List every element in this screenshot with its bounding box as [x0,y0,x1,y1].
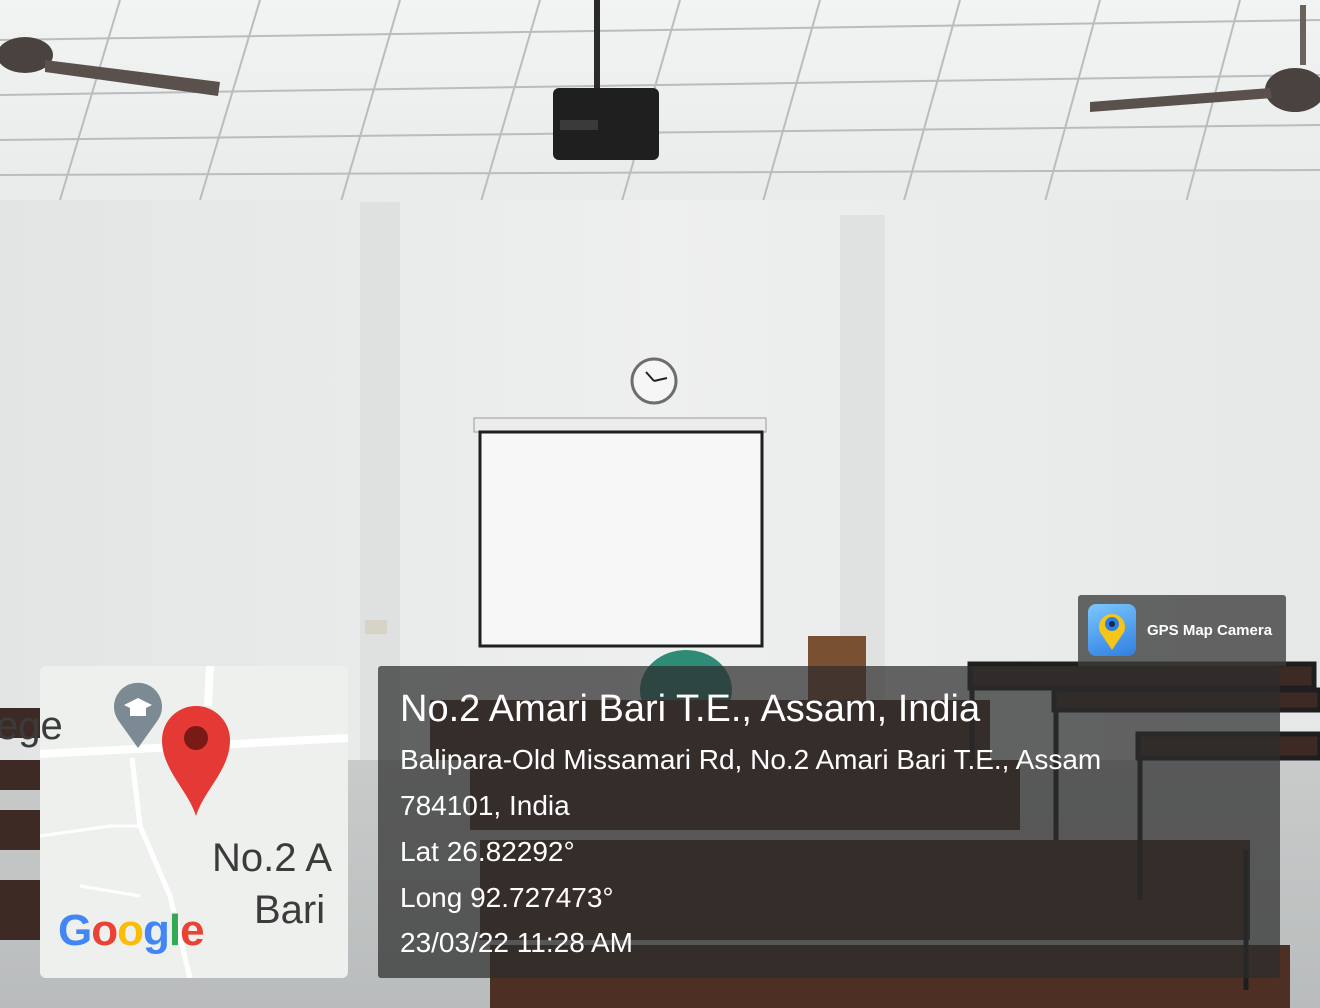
map-partial-label: ege [0,704,63,748]
google-logo-letter: l [168,906,181,955]
location-pin-icon [162,706,230,816]
address-line1: Balipara-Old Missamari Rd, No.2 Amari Ba… [400,744,1102,775]
datetime: 23/03/22 11:28 AM [400,927,633,958]
place-title: No.2 Amari Bari T.E., Assam, India [400,688,981,730]
map-place-label-line1: No.2 A [212,836,333,880]
longitude: Long 92.727473° [400,882,614,913]
latitude: Lat 26.82292° [400,836,575,867]
map-place-label-line2: Bari [254,888,326,932]
switch-board [365,620,387,634]
google-logo-letter: o [91,906,118,955]
address-line2: 784101, India [400,790,570,821]
google-logo-letter: e [180,906,205,955]
ceiling [0,0,1320,230]
brand-app-name: GPS Map Camera [1147,622,1273,639]
projection-screen [473,417,767,648]
google-logo-letter: G [58,906,92,955]
google-logo-letter: g [143,906,170,955]
google-logo-letter: o [117,906,144,955]
google-logo: Google [58,906,205,956]
map-camera-icon [1088,604,1136,656]
wall-clock [630,357,678,405]
